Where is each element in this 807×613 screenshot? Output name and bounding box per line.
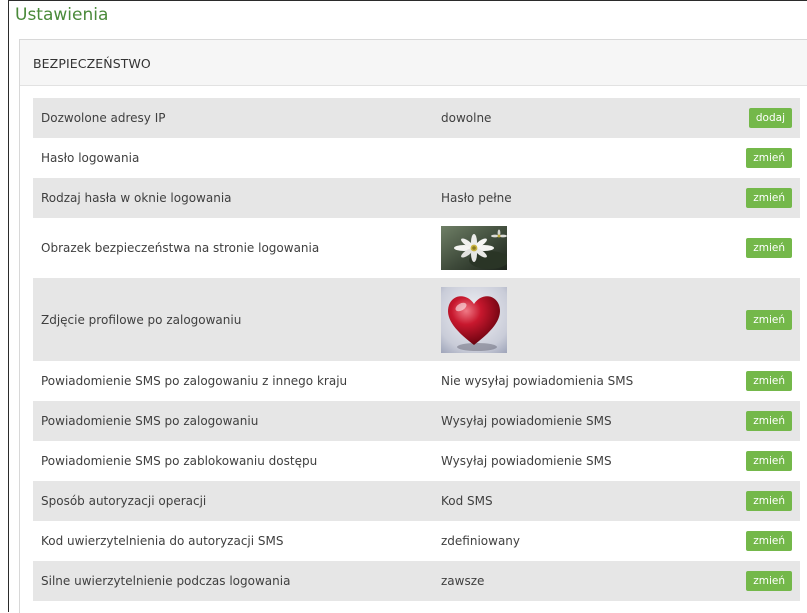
row-security-image: Obrazek bezpieczeństwa na stronie logowa…: [33, 218, 800, 278]
row-label: Obrazek bezpieczeństwa na stronie logowa…: [41, 241, 320, 255]
row-sms-login: Powiadomienie SMS po zalogowaniu Wysyłaj…: [33, 401, 800, 441]
row-label: Powiadomienie SMS po zalogowaniu: [41, 414, 259, 428]
row-label: Dozwolone adresy IP: [41, 111, 166, 125]
change-strong-authentication-button[interactable]: zmień: [746, 571, 792, 591]
add-ip-button[interactable]: dodaj: [748, 108, 792, 128]
row-authorization-method: Sposób autoryzacji operacji Kod SMS zmie…: [33, 481, 800, 521]
red-heart-image: [441, 286, 507, 353]
row-login-password: Hasło logowania zmień: [33, 138, 800, 178]
daisy-flowers-image: [441, 226, 507, 270]
row-value: Hasło pełne: [441, 191, 512, 205]
row-label: Sposób autoryzacji operacji: [41, 494, 207, 508]
row-value: Wysyłaj powiadomienie SMS: [441, 414, 612, 428]
row-label: Powiadomienie SMS po zalogowaniu z inneg…: [41, 374, 348, 388]
section-header: BEZPIECZEŃSTWO: [20, 40, 807, 86]
row-label: Powiadomienie SMS po zablokowaniu dostęp…: [41, 454, 318, 468]
change-password-type-button[interactable]: zmień: [746, 188, 792, 208]
row-sms-auth-code: Kod uwierzytelnienia do autoryzacji SMS …: [33, 521, 800, 561]
row-value: zawsze: [441, 574, 485, 588]
row-sms-foreign-login: Powiadomienie SMS po zalogowaniu z inneg…: [33, 361, 800, 401]
page-title: Ustawienia: [15, 5, 109, 25]
row-value: Nie wysyłaj powiadomienia SMS: [441, 374, 634, 388]
change-sms-foreign-login-button[interactable]: zmień: [746, 371, 792, 391]
change-sms-blocked-button[interactable]: zmień: [746, 451, 792, 471]
section-title: BEZPIECZEŃSTWO: [33, 56, 151, 71]
change-authorization-method-button[interactable]: zmień: [746, 491, 792, 511]
change-security-image-button[interactable]: zmień: [746, 238, 792, 258]
row-value: Wysyłaj powiadomienie SMS: [441, 454, 612, 468]
row-password-type: Rodzaj hasła w oknie logowania Hasło peł…: [33, 178, 800, 218]
row-label: Rodzaj hasła w oknie logowania: [41, 191, 232, 205]
row-value: zdefiniowany: [441, 534, 521, 548]
settings-list: Dozwolone adresy IP dowolne dodaj Hasło …: [33, 98, 800, 601]
row-value: Kod SMS: [441, 494, 493, 508]
row-label: Hasło logowania: [41, 151, 140, 165]
change-password-button[interactable]: zmień: [746, 148, 792, 168]
security-panel: BEZPIECZEŃSTWO Dozwolone adresy IP dowol…: [19, 39, 807, 613]
change-sms-login-button[interactable]: zmień: [746, 411, 792, 431]
change-sms-auth-code-button[interactable]: zmień: [746, 531, 792, 551]
row-profile-photo: Zdjęcie profilowe po zalogowaniu zmień: [33, 278, 800, 361]
row-sms-blocked-access: Powiadomienie SMS po zablokowaniu dostęp…: [33, 441, 800, 481]
settings-window: Ustawienia BEZPIECZEŃSTWO Dozwolone adre…: [8, 0, 807, 613]
row-label: Zdjęcie profilowe po zalogowaniu: [41, 312, 242, 327]
row-value: dowolne: [441, 111, 492, 125]
row-allowed-ip: Dozwolone adresy IP dowolne dodaj: [33, 98, 800, 138]
row-label: Silne uwierzytelnienie podczas logowania: [41, 574, 291, 588]
row-strong-authentication: Silne uwierzytelnienie podczas logowania…: [33, 561, 800, 601]
row-label: Kod uwierzytelnienia do autoryzacji SMS: [41, 534, 284, 548]
change-profile-photo-button[interactable]: zmień: [746, 309, 792, 330]
